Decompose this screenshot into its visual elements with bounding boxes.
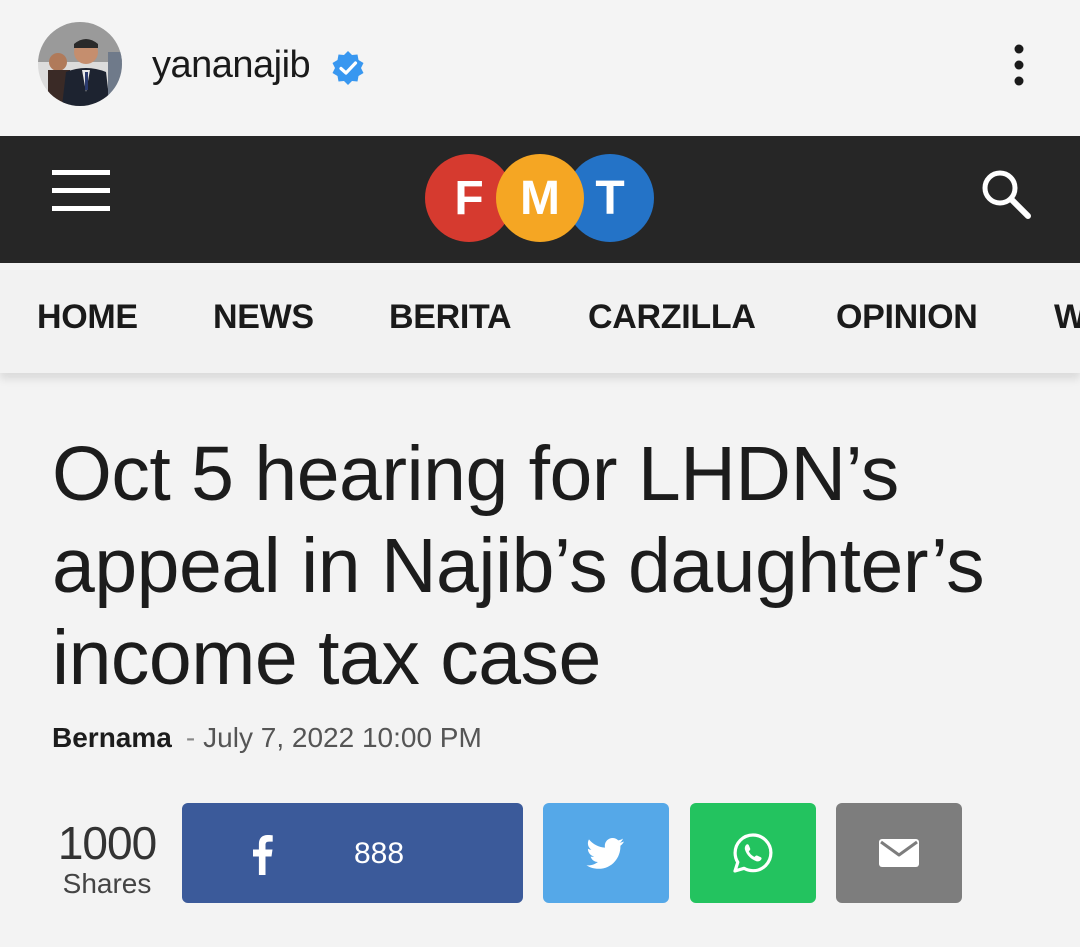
email-icon	[879, 839, 919, 867]
hamburger-menu-icon[interactable]	[52, 168, 110, 214]
nav-item-news[interactable]: NEWS	[213, 298, 314, 337]
meta-separator: -	[185, 722, 196, 753]
facebook-share-button[interactable]: 888	[182, 803, 523, 903]
logo-letter-t: T	[595, 172, 624, 225]
whatsapp-share-button[interactable]	[690, 803, 816, 903]
share-label: Shares	[62, 868, 152, 899]
nav-item-opinion[interactable]: OPINION	[836, 298, 978, 337]
avatar[interactable]	[38, 22, 122, 106]
article-headline: Oct 5 hearing for LHDN’s appeal in Najib…	[52, 428, 1062, 704]
main-nav: HOME NEWS BERITA CARZILLA OPINION W	[0, 263, 1080, 373]
nav-item-home[interactable]: HOME	[37, 298, 138, 337]
verified-badge-icon	[332, 51, 364, 85]
facebook-share-count: 888	[354, 837, 405, 870]
facebook-icon	[253, 835, 273, 875]
twitter-icon	[586, 838, 624, 869]
email-share-button[interactable]	[836, 803, 962, 903]
headline-line: Oct 5 hearing for LHDN’s	[52, 431, 899, 517]
nav-item-berita[interactable]: BERITA	[389, 298, 512, 337]
headline-line: appeal in Najib’s daughter’s	[52, 523, 985, 609]
search-icon[interactable]	[978, 166, 1034, 222]
twitter-share-button[interactable]	[543, 803, 669, 903]
share-count: 1000	[57, 817, 157, 869]
article-meta: Bernama - July 7, 2022 10:00 PM	[52, 722, 482, 754]
more-options-icon[interactable]	[1002, 40, 1036, 90]
headline-line: income tax case	[52, 615, 601, 701]
post-header: yananajib	[0, 0, 1080, 136]
nav-item-carzilla[interactable]: CARZILLA	[588, 298, 756, 337]
logo-letter-m: M	[520, 172, 560, 225]
logo-letter-f: F	[454, 172, 483, 225]
fmt-logo[interactable]: F M T	[424, 150, 656, 246]
publish-date: July 7, 2022 10:00 PM	[203, 722, 482, 753]
nav-item-w[interactable]: W	[1054, 298, 1080, 337]
username[interactable]: yananajib	[152, 44, 311, 87]
author-name[interactable]: Bernama	[52, 722, 172, 753]
whatsapp-icon	[733, 833, 773, 873]
